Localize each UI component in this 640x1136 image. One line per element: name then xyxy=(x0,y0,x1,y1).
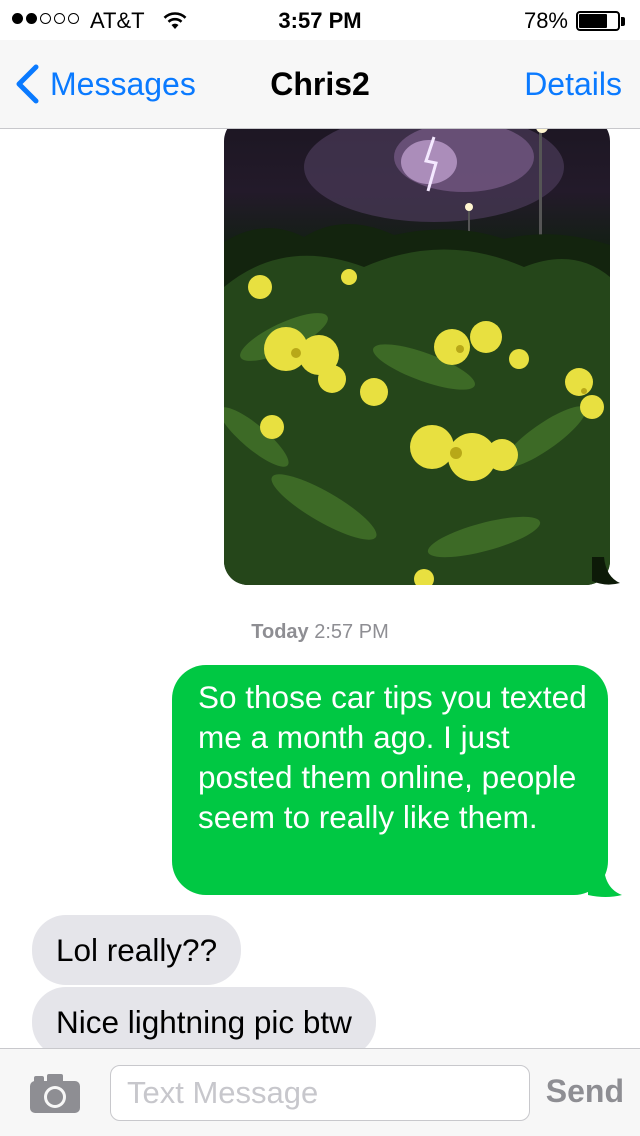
send-button[interactable]: Send xyxy=(546,1073,624,1110)
message-text: So those car tips you texted me a month … xyxy=(198,679,587,835)
incoming-message-bubble[interactable]: Lol really?? xyxy=(32,915,242,985)
timestamp-time: 2:57 PM xyxy=(314,621,389,643)
message-thread[interactable]: Today 2:57 PM So those car tips you text… xyxy=(0,129,640,1048)
incoming-message-bubble[interactable]: Nice lightning pic btw xyxy=(32,987,376,1048)
back-button[interactable]: Messages xyxy=(14,62,196,106)
navigation-bar: Messages Chris2 Details xyxy=(0,40,640,129)
photo-attachment[interactable] xyxy=(224,129,610,585)
outgoing-bubble-tail xyxy=(588,869,622,897)
message-text: Nice lightning pic btw xyxy=(56,1004,352,1040)
timestamp-day: Today xyxy=(251,621,309,643)
outgoing-message-bubble[interactable]: So those car tips you texted me a month … xyxy=(172,665,608,895)
details-button[interactable]: Details xyxy=(524,66,622,103)
message-text: Lol really?? xyxy=(56,932,218,968)
battery-icon xyxy=(576,11,626,33)
photo-bubble-tail xyxy=(592,557,620,585)
battery-percentage: 78% xyxy=(523,8,568,33)
message-timestamp: Today 2:57 PM xyxy=(0,621,640,644)
text-message-input[interactable] xyxy=(110,1065,530,1121)
battery-tip xyxy=(621,17,625,26)
status-bar: AT&T 3:57 PM 78% xyxy=(0,0,640,40)
back-button-label: Messages xyxy=(50,65,196,102)
message-input-bar: Send xyxy=(0,1048,640,1136)
chevron-left-icon xyxy=(16,64,39,104)
photo-image xyxy=(224,129,610,585)
camera-icon[interactable] xyxy=(28,1071,82,1115)
battery-fill xyxy=(579,14,608,28)
